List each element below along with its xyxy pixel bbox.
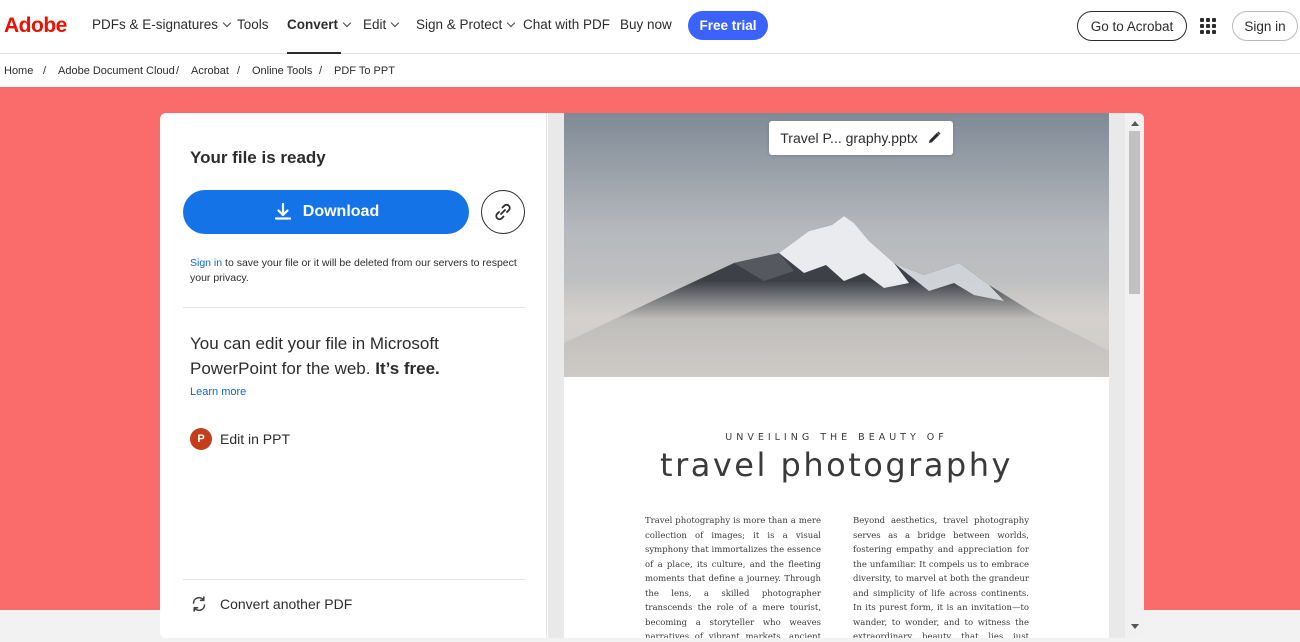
- document-preview: Travel P... graphy.pptx UNVEILING THE BE…: [548, 113, 1144, 638]
- nav-pdfs-esignatures[interactable]: PDFs & E-signatures: [92, 17, 232, 32]
- edit-in-powerpoint-message: You can edit your file in Microsoft Powe…: [190, 334, 440, 378]
- top-navigation: Adobe PDFs & E-signatures Tools Convert …: [0, 0, 1300, 54]
- conversion-result-card: Your file is ready Download Sign in to s…: [160, 113, 1144, 638]
- breadcrumb-online-tools[interactable]: Online Tools: [252, 65, 312, 77]
- document-column-right: Beyond aesthetics, travel photography se…: [853, 516, 1029, 638]
- preview-page: Travel P... graphy.pptx UNVEILING THE BE…: [564, 113, 1109, 638]
- refresh-icon: [192, 596, 206, 612]
- download-button[interactable]: Download: [183, 190, 469, 234]
- breadcrumb: Home / Adobe Document Cloud / Acrobat / …: [0, 55, 1300, 87]
- sign-in-button[interactable]: Sign in: [1232, 11, 1298, 41]
- chevron-down-icon: [391, 18, 400, 28]
- go-to-acrobat-button[interactable]: Go to Acrobat: [1077, 11, 1187, 41]
- convert-another-pdf-button[interactable]: Convert another PDF: [190, 595, 352, 613]
- breadcrumb-separator: /: [43, 65, 47, 77]
- share-link-button[interactable]: [481, 190, 525, 234]
- nav-edit[interactable]: Edit: [363, 17, 400, 32]
- learn-more-link[interactable]: Learn more: [190, 386, 246, 398]
- powerpoint-icon: P: [190, 428, 212, 450]
- chevron-down-icon: [507, 18, 516, 28]
- breadcrumb-acrobat[interactable]: Acrobat: [191, 65, 229, 77]
- nav-convert[interactable]: Convert: [287, 17, 352, 32]
- scroll-thumb[interactable]: [1129, 131, 1140, 294]
- pencil-icon[interactable]: [926, 130, 942, 146]
- breadcrumb-separator: /: [176, 65, 180, 77]
- breadcrumb-adobe-document-cloud[interactable]: Adobe Document Cloud: [58, 65, 175, 77]
- divider: [183, 579, 525, 580]
- scroll-up-arrow-icon[interactable]: [1131, 121, 1139, 126]
- filename-chip[interactable]: Travel P... graphy.pptx: [769, 121, 953, 155]
- nav-tools[interactable]: Tools: [237, 17, 269, 32]
- preview-scrollbar[interactable]: [1125, 113, 1144, 638]
- download-label: Download: [302, 203, 380, 220]
- convert-another-label: Convert another PDF: [220, 596, 353, 612]
- document-title: travel photography: [660, 446, 1013, 484]
- filename-label: Travel P... graphy.pptx: [780, 130, 918, 146]
- result-panel: Your file is ready Download Sign in to s…: [160, 113, 547, 638]
- scroll-down-arrow-icon[interactable]: [1131, 624, 1139, 629]
- breadcrumb-home[interactable]: Home: [4, 65, 33, 77]
- chevron-down-icon: [342, 18, 352, 28]
- free-trial-button[interactable]: Free trial: [688, 11, 768, 40]
- edit-in-ppt-label: Edit in PPT: [220, 431, 291, 447]
- link-icon: [495, 203, 511, 221]
- nav-buy-now[interactable]: Buy now: [620, 17, 672, 32]
- breadcrumb-separator: /: [319, 65, 323, 77]
- nav-chat-with-pdf[interactable]: Chat with PDF: [523, 17, 610, 32]
- active-nav-underline: [287, 52, 341, 54]
- edit-in-ppt-button[interactable]: P Edit in PPT: [190, 428, 290, 450]
- file-ready-title: Your file is ready: [190, 148, 326, 167]
- document-kicker: UNVEILING THE BEAUTY OF: [725, 432, 948, 443]
- sign-in-note: Sign in to save your file or it will be …: [190, 257, 517, 284]
- adobe-logo[interactable]: Adobe: [4, 14, 67, 38]
- app-grid-icon[interactable]: [1200, 18, 1216, 34]
- download-icon: [274, 202, 291, 220]
- nav-sign-protect[interactable]: Sign & Protect: [416, 17, 516, 32]
- sign-in-link[interactable]: Sign in: [190, 257, 222, 269]
- breadcrumb-current-page: PDF To PPT: [334, 65, 395, 77]
- chevron-down-icon: [222, 18, 232, 28]
- divider: [183, 307, 525, 308]
- breadcrumb-separator: /: [237, 65, 241, 77]
- document-column-left: Travel photography is more than a mere c…: [645, 516, 821, 638]
